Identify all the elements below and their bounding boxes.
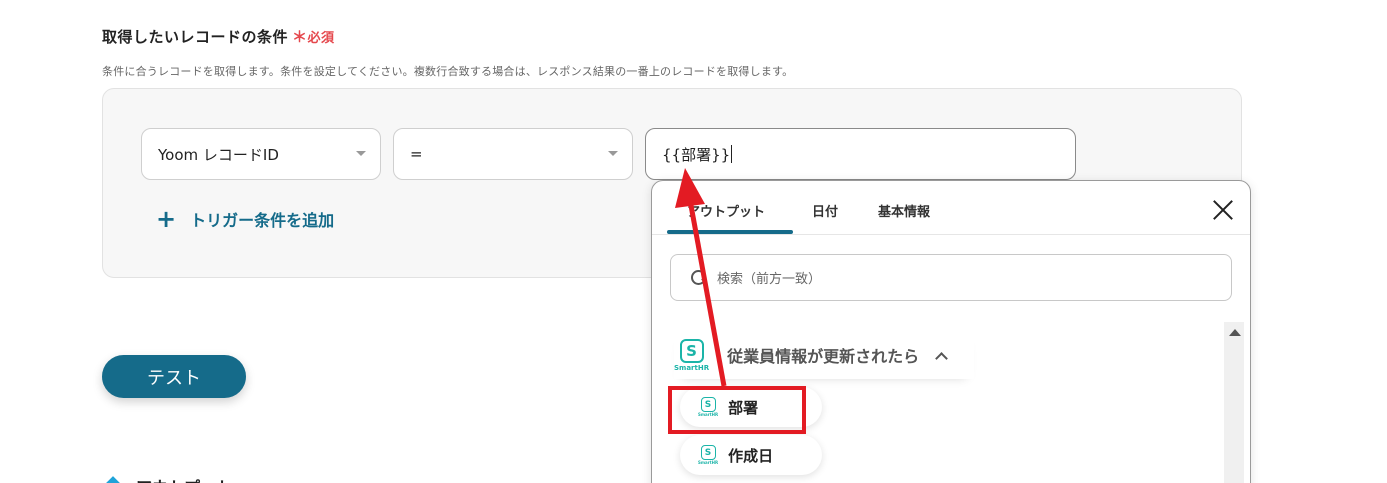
- field-select[interactable]: Yoom レコードID: [141, 128, 381, 180]
- highlight-annotation-box: [668, 386, 806, 434]
- group-title: 従業員情報が更新されたら: [727, 347, 920, 366]
- output-section-heading-text: アウトプット: [136, 474, 232, 483]
- required-badge: ＊必須: [292, 28, 335, 46]
- section-title-text: 取得したいレコードの条件: [102, 28, 289, 46]
- section-title: 取得したいレコードの条件 ＊必須: [102, 26, 335, 47]
- plus-icon: +: [156, 205, 177, 233]
- value-input-text: {{部署}}: [662, 145, 731, 164]
- tab-output[interactable]: アウトプット: [687, 201, 765, 220]
- tab-date[interactable]: 日付: [812, 201, 838, 220]
- popup-tabs: アウトプット 日付 基本情報: [652, 181, 1250, 235]
- output-section-heading: アウトプット: [103, 474, 232, 483]
- value-input[interactable]: {{部署}}: [645, 128, 1076, 180]
- text-cursor: [731, 145, 733, 163]
- smarthr-logo-icon: S SmartHR: [674, 338, 710, 372]
- smarthr-logo-text: SmartHR: [674, 363, 710, 372]
- operator-select-caret-icon: [608, 151, 618, 156]
- chevron-up-icon[interactable]: [935, 351, 948, 365]
- active-tab-indicator: [667, 230, 793, 234]
- search-input[interactable]: 検索（前方一致）: [670, 254, 1232, 301]
- test-button[interactable]: テスト: [102, 355, 246, 398]
- group-header-employee-updated[interactable]: S SmartHR 従業員情報が更新されたら: [674, 331, 974, 379]
- add-trigger-condition-button[interactable]: + トリガー条件を追加: [156, 207, 334, 231]
- search-icon: [691, 269, 707, 286]
- output-item-created-date[interactable]: S SmartHR 作成日: [680, 435, 822, 475]
- scrollbar[interactable]: [1224, 322, 1244, 483]
- tab-basic-info[interactable]: 基本情報: [878, 201, 930, 220]
- diamond-icon: [103, 476, 123, 483]
- operator-select[interactable]: =: [393, 128, 633, 180]
- variable-picker-popup: アウトプット 日付 基本情報 検索（前方一致） S SmartHR 従業員情報が…: [651, 180, 1251, 483]
- required-star: ＊: [292, 28, 308, 46]
- operator-select-value: =: [410, 145, 423, 163]
- field-select-value: Yoom レコードID: [158, 145, 279, 164]
- smarthr-logo-mark: S: [700, 445, 716, 460]
- section-description: 条件に合うレコードを取得します。条件を設定してください。複数行合致する場合は、レ…: [102, 65, 794, 78]
- search-placeholder: 検索（前方一致）: [717, 272, 822, 287]
- required-label: 必須: [307, 31, 335, 46]
- field-select-caret-icon: [356, 151, 366, 156]
- close-icon[interactable]: [1212, 199, 1234, 221]
- smarthr-logo-text: SmartHR: [698, 460, 719, 465]
- scroll-up-icon[interactable]: [1229, 329, 1241, 336]
- add-trigger-label: トリガー条件を追加: [190, 211, 335, 230]
- smarthr-logo-mark: S: [679, 338, 704, 363]
- smarthr-logo-icon: S SmartHR: [698, 445, 718, 465]
- output-item-label: 作成日: [728, 446, 774, 465]
